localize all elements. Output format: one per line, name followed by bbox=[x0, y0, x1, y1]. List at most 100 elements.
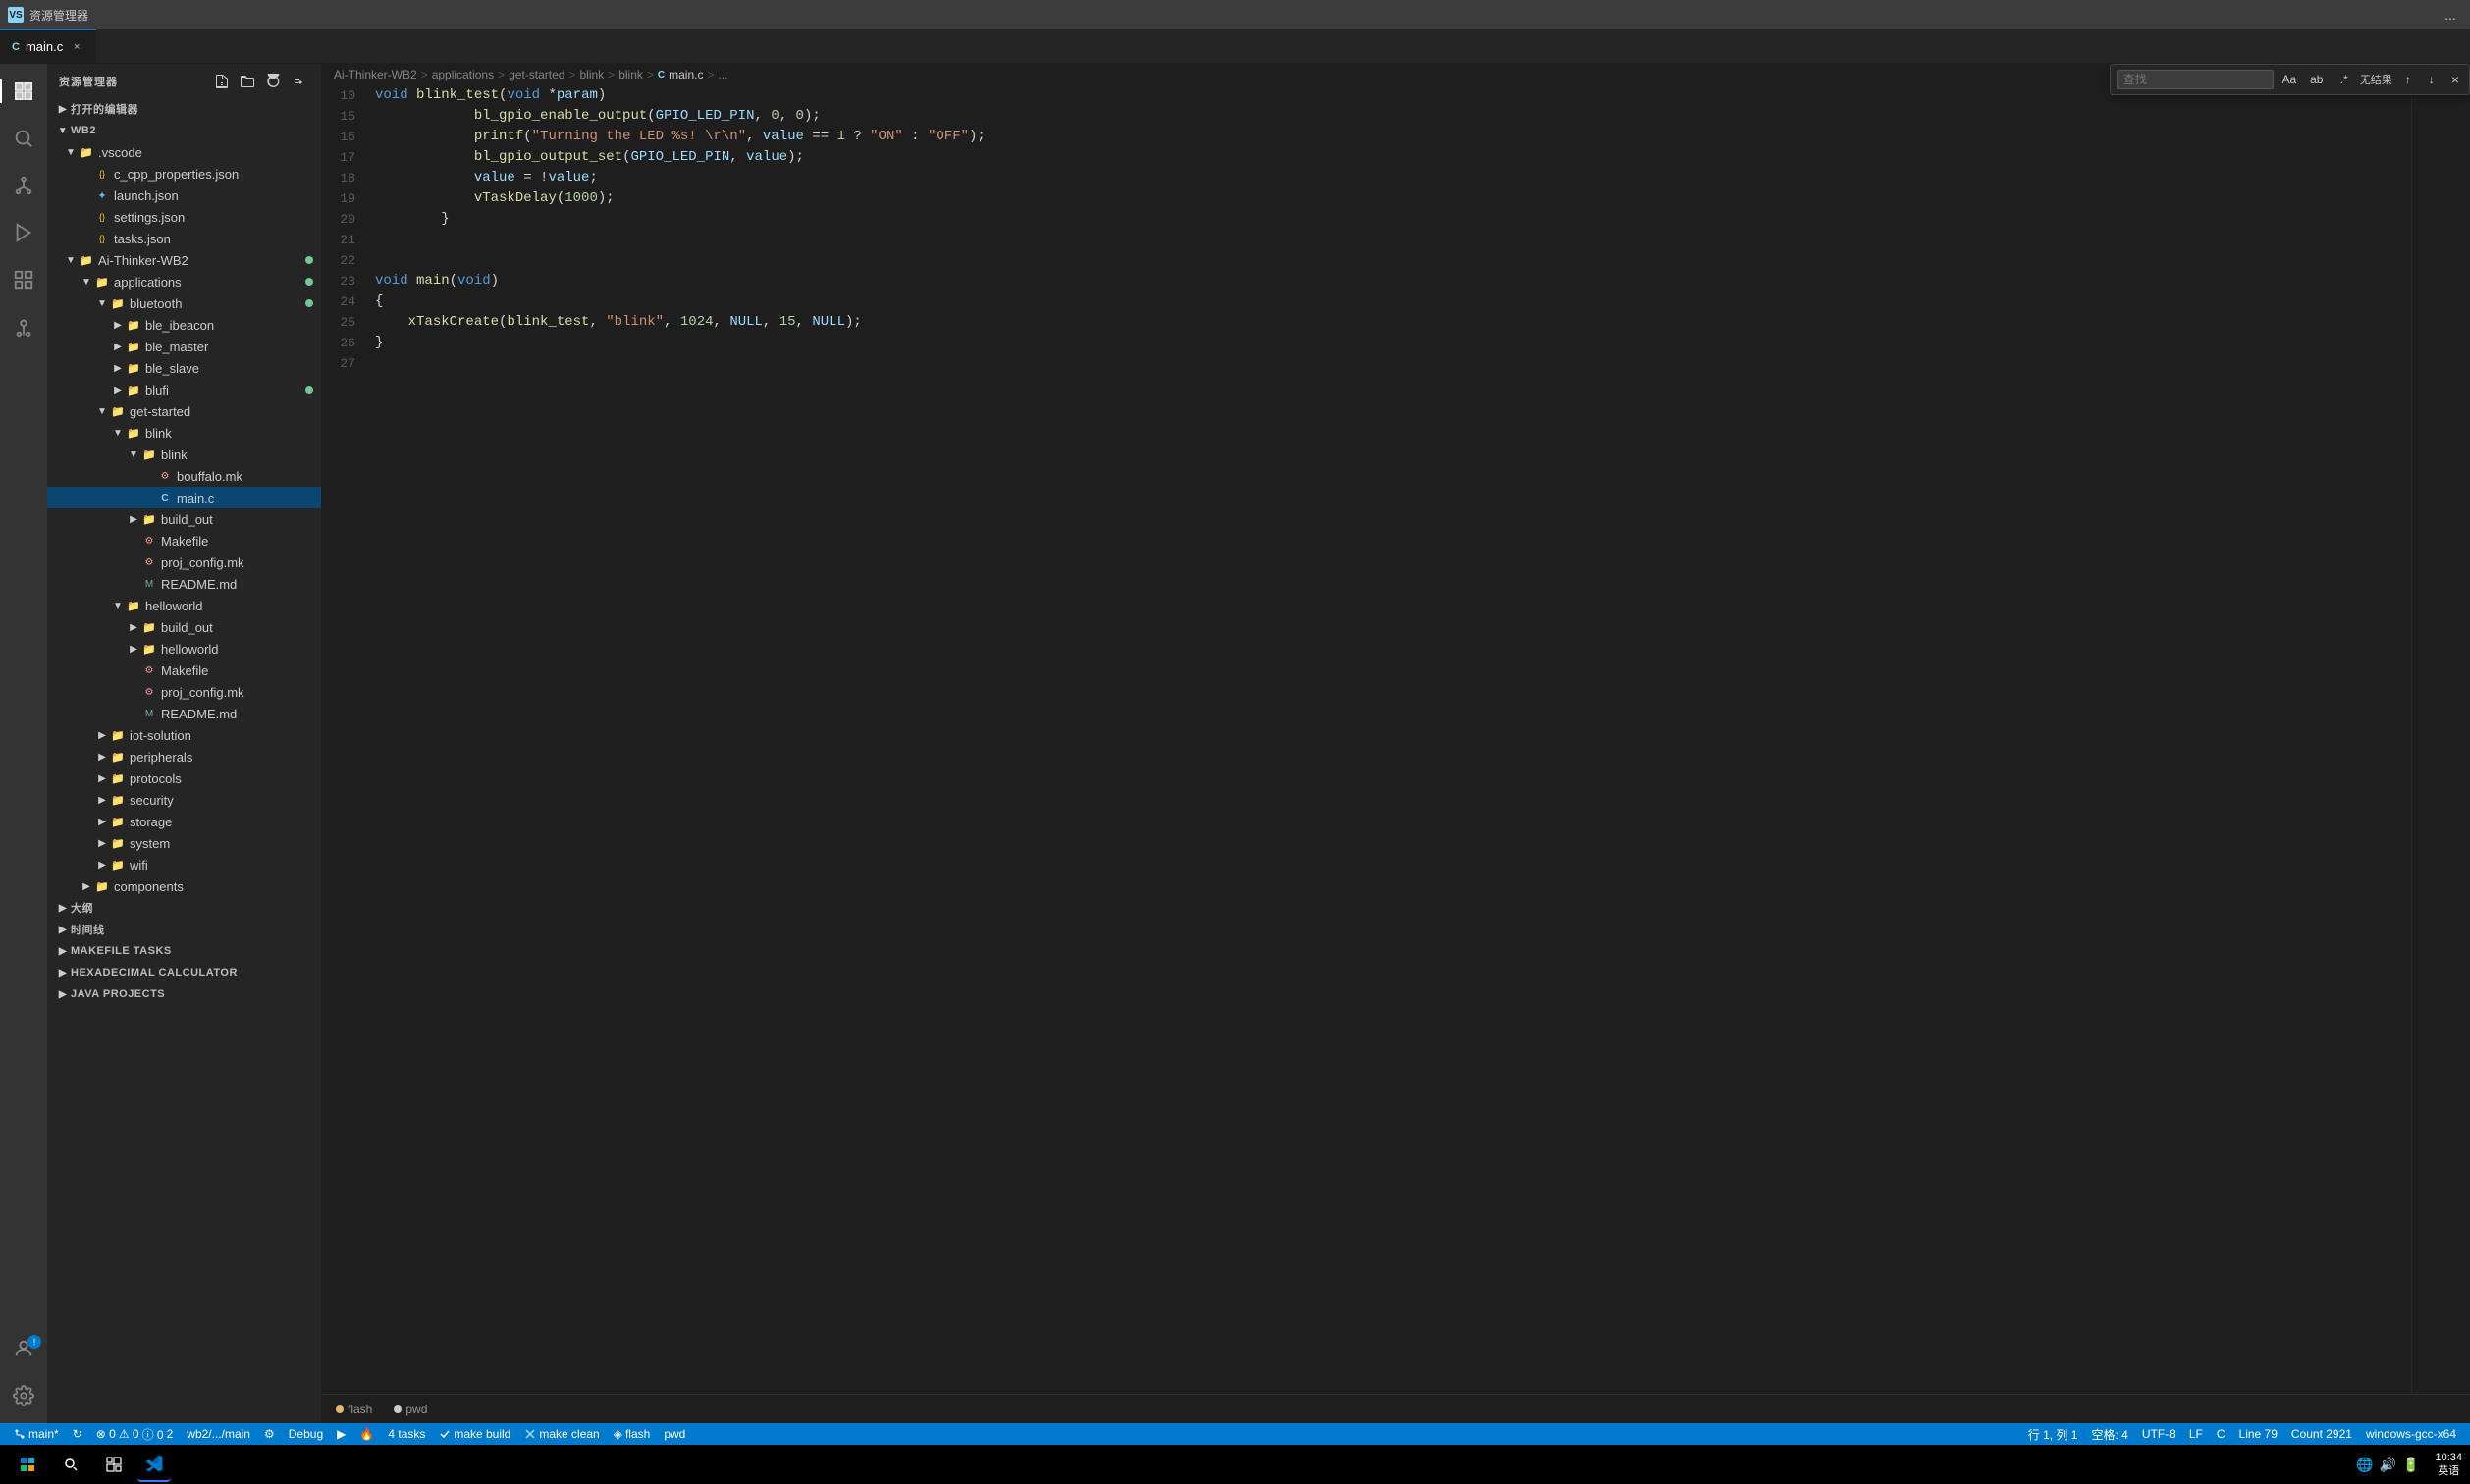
blink-outer-folder[interactable]: ▼ 📁 blink bbox=[47, 422, 321, 444]
ble-master-folder[interactable]: ▶ 📁 ble_master bbox=[47, 336, 321, 357]
status-flash[interactable]: ◈ flash bbox=[608, 1423, 657, 1445]
peripherals-folder[interactable]: ▶ 📁 peripherals bbox=[47, 746, 321, 768]
status-wb2[interactable]: wb2/.../main bbox=[181, 1423, 256, 1445]
c-cpp-properties-file[interactable]: {} c_cpp_properties.json bbox=[47, 163, 321, 185]
find-close-btn[interactable]: × bbox=[2447, 72, 2463, 87]
breadcrumb-applications[interactable]: applications bbox=[432, 68, 494, 81]
status-errors[interactable]: ⊗ 0 ⚠ 0 ⓘ 0 2 bbox=[90, 1423, 180, 1445]
hw-proj-config[interactable]: ⚙ proj_config.mk bbox=[47, 681, 321, 703]
hw-build-out[interactable]: ▶ 📁 build_out bbox=[47, 616, 321, 638]
activity-settings[interactable] bbox=[0, 1376, 47, 1423]
status-sync[interactable]: ↻ bbox=[67, 1423, 88, 1445]
status-debug[interactable]: Debug bbox=[283, 1423, 329, 1445]
java-projects-section[interactable]: ▶ JAVA PROJECTS bbox=[47, 983, 321, 1005]
tab-main-c[interactable]: C main.c × bbox=[0, 29, 96, 64]
components-folder[interactable]: ▶ 📁 components bbox=[47, 875, 321, 897]
wifi-folder[interactable]: ▶ 📁 wifi bbox=[47, 854, 321, 875]
activity-extensions[interactable] bbox=[0, 256, 47, 303]
new-file-btn[interactable] bbox=[211, 71, 233, 92]
taskbar-taskview[interactable] bbox=[94, 1447, 134, 1482]
breadcrumb-blink2[interactable]: blink bbox=[618, 68, 643, 81]
activity-accounts[interactable]: ! bbox=[0, 1329, 47, 1376]
terminal-tab-flash[interactable]: flash bbox=[326, 1399, 382, 1420]
taskbar-clock[interactable]: 10:34 英语 bbox=[2435, 1451, 2462, 1479]
breadcrumb-main-c[interactable]: main.c bbox=[669, 68, 703, 81]
status-make-build[interactable]: make build bbox=[433, 1423, 516, 1445]
hw-readme[interactable]: M README.md bbox=[47, 703, 321, 724]
ble-ibeacon-folder[interactable]: ▶ 📁 ble_ibeacon bbox=[47, 314, 321, 336]
open-editors-section[interactable]: ▶ 打开的编辑器 bbox=[47, 98, 321, 120]
activity-git[interactable] bbox=[0, 303, 47, 350]
blink-readme[interactable]: M README.md bbox=[47, 573, 321, 595]
ai-thinker-folder[interactable]: ▼ 📁 Ai-Thinker-WB2 bbox=[47, 249, 321, 271]
hw-makefile[interactable]: ⚙ Makefile bbox=[47, 660, 321, 681]
status-debug-icon[interactable]: ⚙ bbox=[258, 1423, 281, 1445]
breadcrumb-get-started[interactable]: get-started bbox=[509, 68, 564, 81]
breadcrumb-blink1[interactable]: blink bbox=[579, 68, 604, 81]
security-folder[interactable]: ▶ 📁 security bbox=[47, 789, 321, 811]
hw-hw-folder[interactable]: ▶ 📁 helloworld bbox=[47, 638, 321, 660]
bouffalo-file[interactable]: ⚙ bouffalo.mk bbox=[47, 465, 321, 487]
iot-solution-folder[interactable]: ▶ 📁 iot-solution bbox=[47, 724, 321, 746]
breadcrumb-ai-thinker[interactable]: Ai-Thinker-WB2 bbox=[334, 68, 417, 81]
breadcrumb-ellipsis[interactable]: ... bbox=[718, 68, 727, 81]
collapse-btn[interactable] bbox=[288, 71, 309, 92]
status-make-clean[interactable]: make clean bbox=[518, 1423, 605, 1445]
status-spaces[interactable]: 空格: 4 bbox=[2085, 1423, 2133, 1445]
activity-search[interactable] bbox=[0, 115, 47, 162]
helloworld-folder[interactable]: ▼ 📁 helloworld bbox=[47, 595, 321, 616]
status-cursor[interactable]: 行 1, 列 1 bbox=[2022, 1423, 2084, 1445]
code-editor[interactable]: 10 void blink_test(void *param) 15 bl_gp… bbox=[322, 85, 2411, 1394]
settings-json-file[interactable]: {} settings.json bbox=[47, 206, 321, 228]
taskbar-vscode[interactable] bbox=[137, 1447, 171, 1482]
ble-slave-folder[interactable]: ▶ 📁 ble_slave bbox=[47, 357, 321, 379]
status-line-num[interactable]: Line 79 bbox=[2233, 1423, 2283, 1445]
taskbar-volume[interactable]: 🔊 bbox=[2380, 1457, 2396, 1473]
storage-folder[interactable]: ▶ 📁 storage bbox=[47, 811, 321, 832]
new-folder-btn[interactable] bbox=[237, 71, 258, 92]
taskbar-network[interactable]: 🌐 bbox=[2356, 1457, 2373, 1473]
blufi-folder[interactable]: ▶ 📁 blufi bbox=[47, 379, 321, 400]
find-case-btn[interactable]: Aa bbox=[2278, 69, 2301, 90]
activity-run[interactable] bbox=[0, 209, 47, 256]
tasks-json-file[interactable]: {} tasks.json bbox=[47, 228, 321, 249]
status-pwd[interactable]: pwd bbox=[658, 1423, 691, 1445]
tab-close-btn[interactable]: × bbox=[69, 39, 84, 55]
status-encoding[interactable]: UTF-8 bbox=[2136, 1423, 2181, 1445]
find-input[interactable] bbox=[2117, 70, 2274, 89]
proj-config-file[interactable]: ⚙ proj_config.mk bbox=[47, 552, 321, 573]
status-run[interactable]: ▶ bbox=[331, 1423, 351, 1445]
find-next-btn[interactable]: ↓ bbox=[2420, 69, 2443, 90]
vscode-folder[interactable]: ▼ 📁 .vscode bbox=[47, 141, 321, 163]
bluetooth-folder[interactable]: ▼ 📁 bluetooth bbox=[47, 292, 321, 314]
blink-makefile[interactable]: ⚙ Makefile bbox=[47, 530, 321, 552]
status-tasks[interactable]: 4 tasks bbox=[382, 1423, 431, 1445]
status-file-type[interactable]: C bbox=[2211, 1423, 2231, 1445]
main-c-file[interactable]: C main.c bbox=[47, 487, 321, 508]
status-fire[interactable]: 🔥 bbox=[353, 1423, 380, 1445]
applications-folder[interactable]: ▼ 📁 applications bbox=[47, 271, 321, 292]
launch-json-file[interactable]: ✦ launch.json bbox=[47, 185, 321, 206]
status-branch[interactable]: main* bbox=[8, 1423, 65, 1445]
outline-section[interactable]: ▶ 大纲 bbox=[47, 897, 321, 919]
makefile-tasks-section[interactable]: ▶ MAKEFILE TASKS bbox=[47, 940, 321, 962]
wb2-section[interactable]: ▼ WB2 bbox=[47, 120, 321, 141]
find-regex-btn[interactable]: .* bbox=[2333, 69, 2356, 90]
hexadecimal-section[interactable]: ▶ HEXADECIMAL CALCULATOR bbox=[47, 962, 321, 983]
status-line-ending[interactable]: LF bbox=[2183, 1423, 2209, 1445]
title-dots[interactable]: ... bbox=[2439, 3, 2462, 26]
activity-source-control[interactable] bbox=[0, 162, 47, 209]
blink-inner-folder[interactable]: ▼ 📁 blink bbox=[47, 444, 321, 465]
terminal-tab-pwd[interactable]: pwd bbox=[384, 1399, 437, 1420]
refresh-btn[interactable] bbox=[262, 71, 284, 92]
timeline-section[interactable]: ▶ 时间线 bbox=[47, 919, 321, 940]
find-word-btn[interactable]: ab bbox=[2305, 69, 2329, 90]
taskbar-battery[interactable]: 🔋 bbox=[2402, 1457, 2419, 1473]
blink-build-out[interactable]: ▶ 📁 build_out bbox=[47, 508, 321, 530]
taskbar-search[interactable] bbox=[51, 1447, 90, 1482]
status-word-count[interactable]: Count 2921 bbox=[2285, 1423, 2358, 1445]
find-prev-btn[interactable]: ↑ bbox=[2396, 69, 2420, 90]
protocols-folder[interactable]: ▶ 📁 protocols bbox=[47, 768, 321, 789]
activity-explorer[interactable] bbox=[0, 68, 47, 115]
get-started-folder[interactable]: ▼ 📁 get-started bbox=[47, 400, 321, 422]
